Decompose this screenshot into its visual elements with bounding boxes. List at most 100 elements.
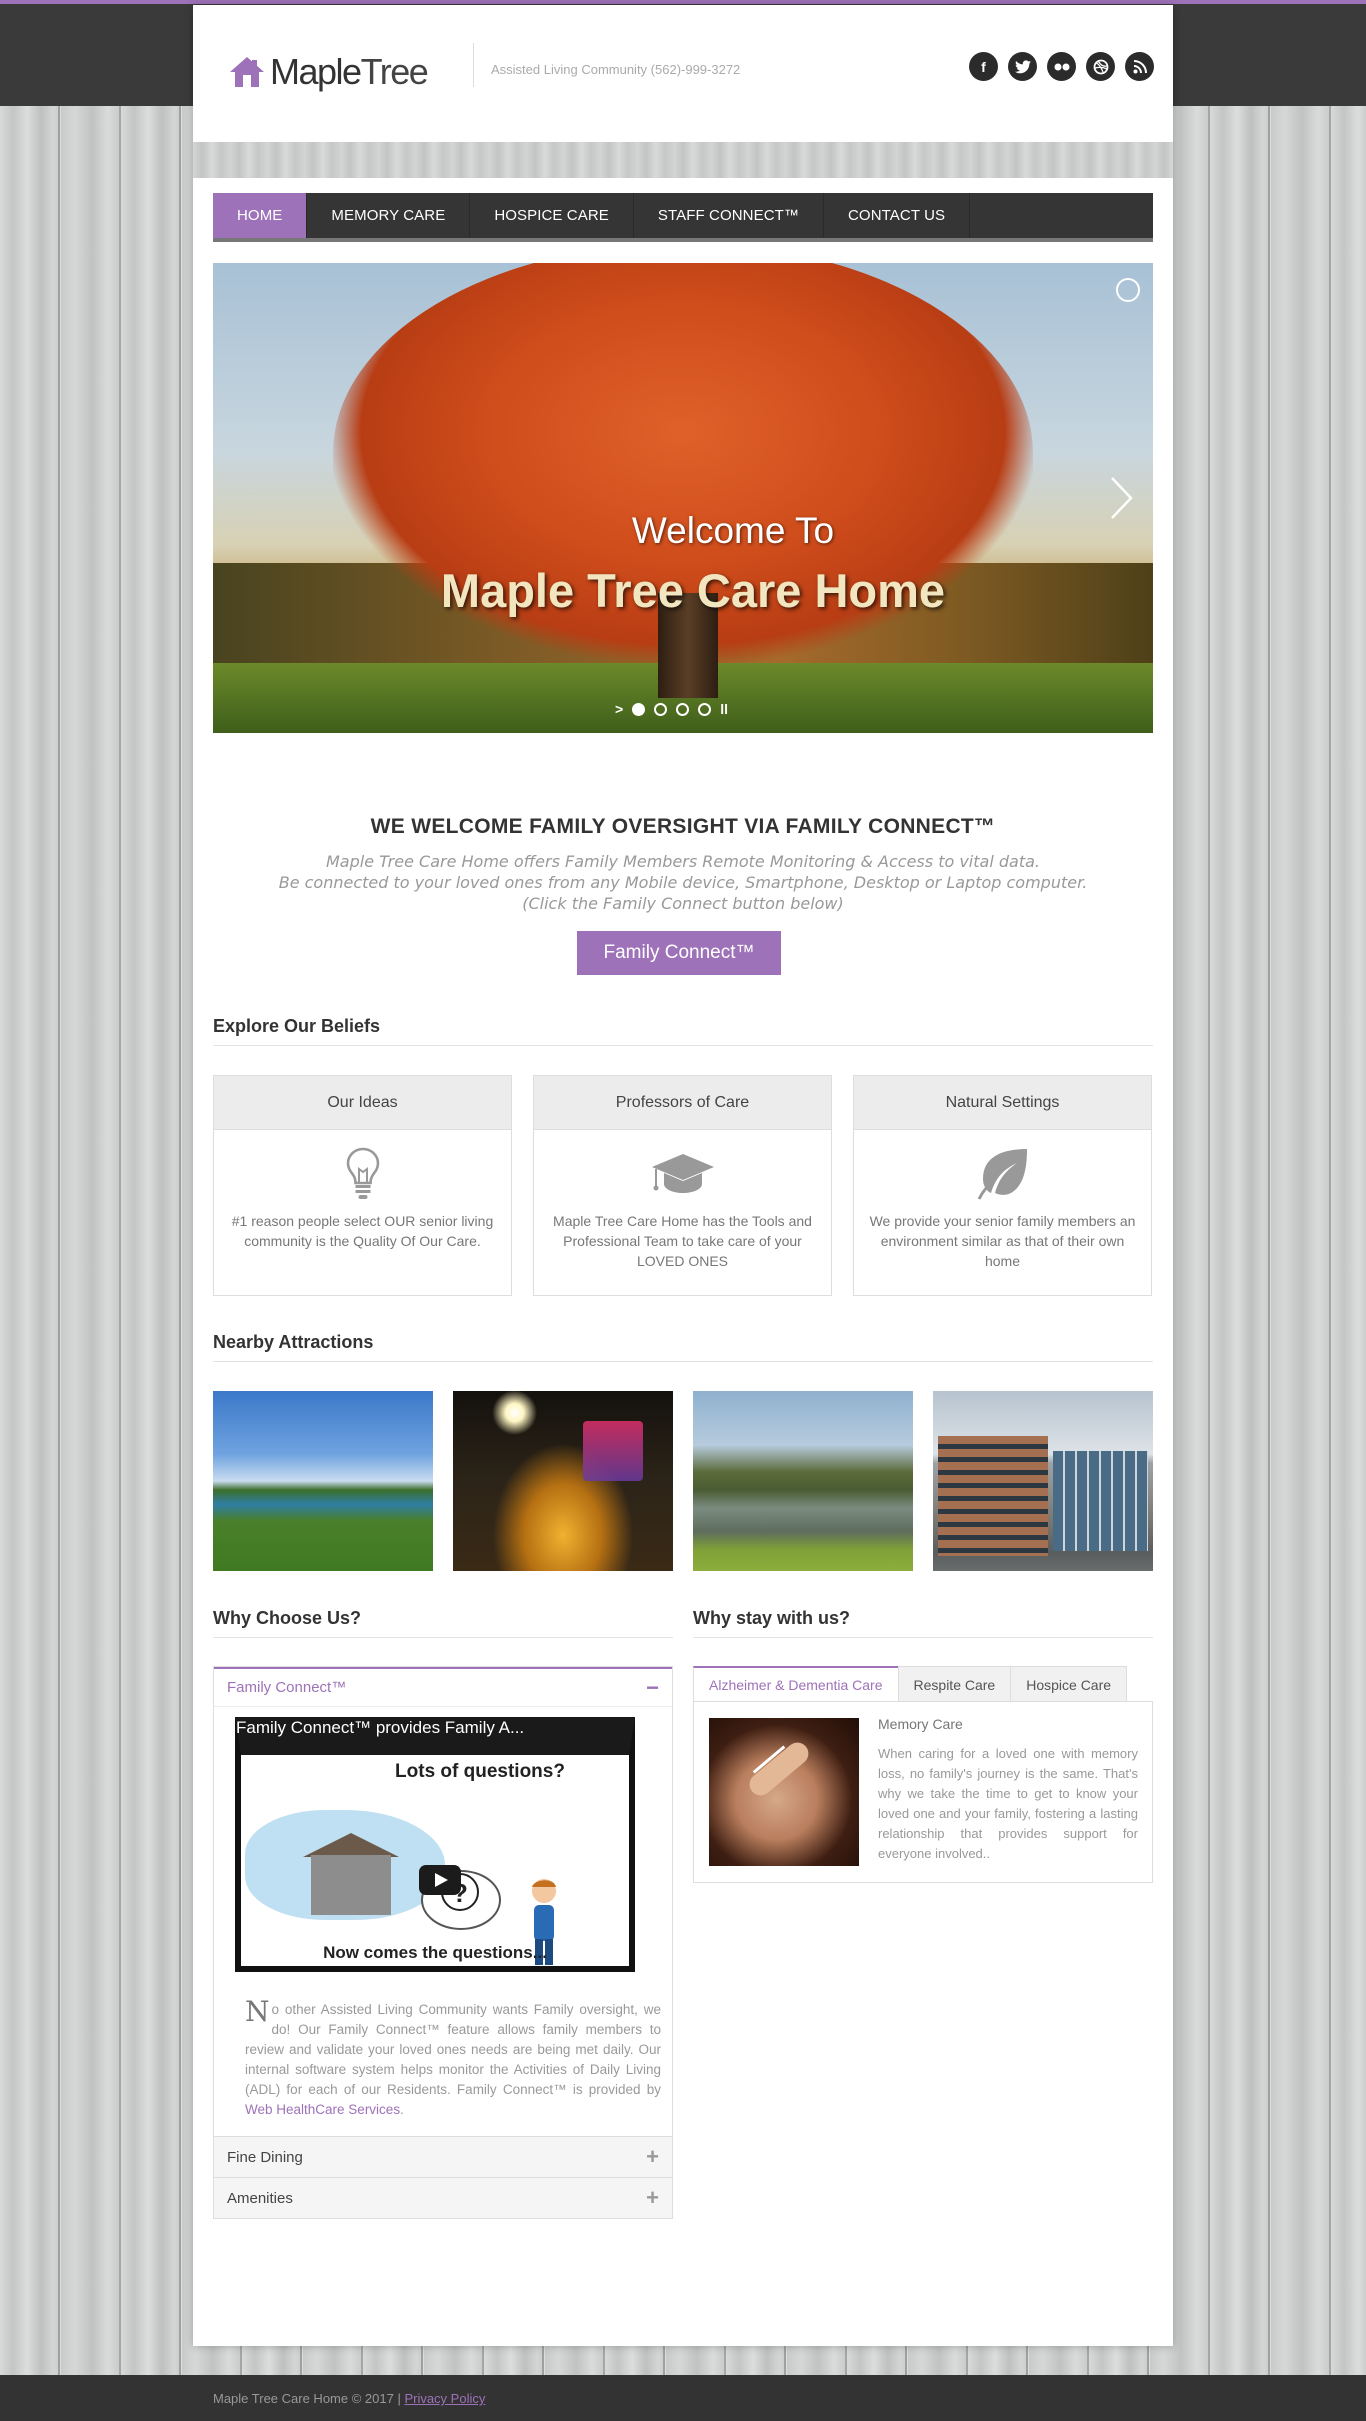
video-play-button[interactable] [419,1865,461,1895]
slider-dot[interactable] [698,702,712,716]
embedded-video[interactable]: ? Lots of questions? Now comes the quest… [235,1717,635,1972]
tab-content-text: When caring for a loved one with memory … [878,1746,1138,1861]
slider-play-icon[interactable]: > [615,701,623,717]
tab-content-title: Memory Care [878,1716,963,1732]
tab-alzheimer-dementia-care[interactable]: Alzheimer & Dementia Care [693,1666,899,1702]
video-title[interactable]: Family Connect™ provides Family A... [236,1718,566,1738]
welcome-line-1: Maple Tree Care Home offers Family Membe… [326,852,1040,871]
family-connect-description: No other Assisted Living Community wants… [214,1972,672,2136]
house-logo-icon [228,55,266,89]
memory-care-image [709,1718,859,1866]
header-wood-band [193,142,1173,178]
tab-bar: Alzheimer & Dementia Care Respite Care H… [693,1666,1153,1702]
accordion-item-fine-dining: Fine Dining + [213,2137,673,2178]
building [1053,1451,1148,1551]
attractions-section-title: Nearby Attractions [213,1332,374,1352]
page-container: MapleTree Assisted Living Community (562… [193,5,1173,2346]
why-stay-title: Why stay with us? [693,1608,851,1628]
attraction-night-fountain-image[interactable] [453,1391,673,1571]
leaf-icon [854,1136,1151,1211]
logo-text-tree: Tree [360,51,429,92]
flickr-icon[interactable] [1047,52,1076,81]
plus-icon: + [646,2185,659,2210]
accordion-header[interactable]: Family Connect™ − [214,1667,672,1707]
dribbble-icon[interactable] [1086,52,1115,81]
why-stay-tabs: Alzheimer & Dementia Care Respite Care H… [693,1666,1153,1883]
why-choose-accordion: Family Connect™ − ? Lots of questions? N… [213,1666,673,2219]
accordion-header-label: Family Connect™ [227,1679,347,1696]
video-house-shape [311,1855,391,1915]
section-divider [693,1637,1153,1638]
slider-pagination: > ll [615,701,728,717]
slider-circle-icon[interactable] [1116,278,1140,302]
drop-cap: N [245,1995,270,2028]
facebook-icon[interactable]: f [969,52,998,81]
slide-title: Maple Tree Care Home [440,564,946,617]
neon-sign [583,1421,643,1481]
belief-card-text: Maple Tree Care Home has the Tools and P… [553,1213,812,1269]
welcome-line-2: Be connected to your loved ones from any… [278,873,1088,892]
beliefs-cards: Our Ideas #1 reason people select OUR se… [213,1075,1153,1296]
tab-respite-care[interactable]: Respite Care [897,1666,1012,1702]
nav-item-home[interactable]: HOME [213,193,308,238]
footer-copyright: Maple Tree Care Home © 2017 | [213,2391,405,2406]
header-tagline: Assisted Living Community (562)-999-3272 [491,62,741,77]
beliefs-section-title: Explore Our Beliefs [213,1016,381,1036]
accordion-header[interactable]: Amenities + [214,2178,672,2218]
footer [0,2375,1366,2421]
tab-panel: Memory Care When caring for a loved one … [693,1701,1153,1883]
footer-text: Maple Tree Care Home © 2017 | Privacy Po… [213,2391,485,2406]
belief-card-heading: Our Ideas [214,1076,511,1130]
web-healthcare-link[interactable]: Web HealthCare Services [245,2102,400,2117]
belief-card-text: #1 reason people select OUR senior livin… [231,1213,494,1249]
main-navigation: HOME MEMORY CARE HOSPICE CARE STAFF CONN… [213,193,1153,242]
slider-dot[interactable] [654,702,668,716]
rss-icon[interactable] [1125,52,1154,81]
nav-item-memory-care[interactable]: MEMORY CARE [307,193,471,238]
logo-text: MapleTree [270,51,429,93]
minus-icon: − [646,1674,659,1700]
lightbulb-icon [214,1136,511,1211]
slide-welcome-text: Welcome To [631,510,835,551]
attraction-golf-course-image[interactable] [213,1391,433,1571]
video-house-roof [303,1833,399,1857]
section-divider [213,1637,673,1638]
attraction-hospital-image[interactable] [933,1391,1153,1571]
graduation-cap-icon [534,1136,831,1211]
video-caption-top: Lots of questions? [395,1761,565,1782]
welcome-line-3: (Click the Family Connect button below) [522,894,844,913]
section-divider [213,1361,1153,1362]
nav-item-hospice-care[interactable]: HOSPICE CARE [470,193,634,238]
privacy-policy-link[interactable]: Privacy Policy [404,2391,485,2406]
facebook-glyph: f [981,58,986,75]
twitter-icon[interactable] [1008,52,1037,81]
nav-item-staff-connect[interactable]: STAFF CONNECT™ [634,193,824,238]
building [938,1436,1048,1556]
belief-card-ideas: Our Ideas #1 reason people select OUR se… [213,1075,512,1296]
social-links: f [969,52,1154,81]
attraction-lake-image[interactable] [693,1391,913,1571]
slider-next-arrow-icon[interactable] [1106,473,1136,523]
accordion-item-amenities: Amenities + [213,2178,673,2219]
welcome-heading: WE WELCOME FAMILY OVERSIGHT VIA FAMILY C… [370,815,996,838]
accordion-header-label: Fine Dining [227,2148,303,2166]
accordion-header[interactable]: Fine Dining + [214,2137,672,2177]
slider-dot[interactable] [632,702,646,716]
why-choose-title: Why Choose Us? [213,1608,362,1628]
welcome-description: Maple Tree Care Home offers Family Membe… [213,851,1153,914]
video-caption-bottom: Now comes the questions... [323,1943,547,1962]
nav-item-contact-us[interactable]: CONTACT US [824,193,971,238]
belief-card-professors: Professors of Care Maple Tree Care Home … [533,1075,832,1296]
accordion-header-label: Amenities [227,2189,293,2207]
tab-hospice-care[interactable]: Hospice Care [1010,1666,1128,1702]
belief-card-heading: Professors of Care [534,1076,831,1130]
site-logo[interactable]: MapleTree [228,51,429,93]
hero-slider[interactable]: Welcome To Maple Tree Care Home > ll [213,263,1153,733]
slider-pause-icon[interactable]: ll [720,701,728,717]
text-end: . [400,2102,404,2117]
family-connect-body: o other Assisted Living Community wants … [245,2002,661,2097]
logo-text-maple: Maple [270,51,362,92]
slider-dot[interactable] [676,702,690,716]
family-connect-button[interactable]: Family Connect™ [577,931,781,975]
header-divider [473,43,474,87]
